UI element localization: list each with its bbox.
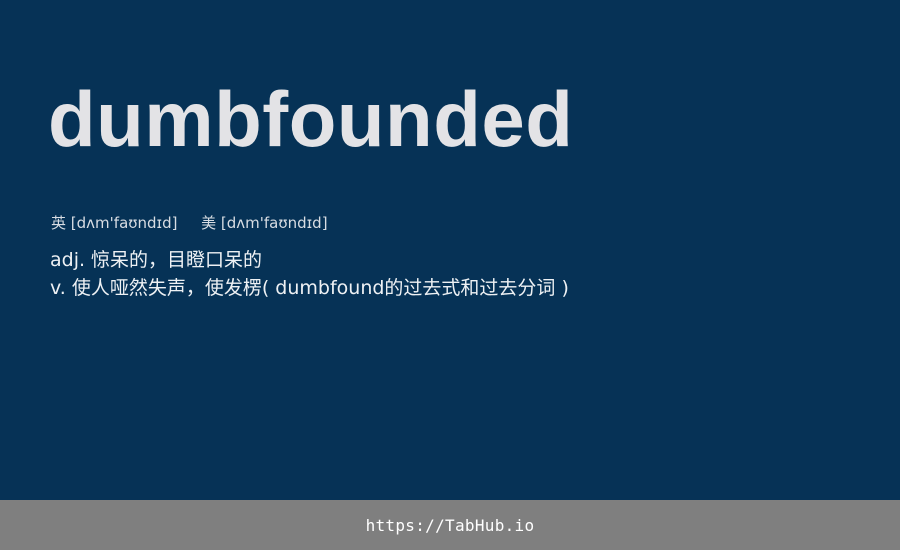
definitions: adj. 惊呆的，目瞪口呆的 v. 使人哑然失声，使发楞( dumbfound的… [50, 246, 569, 302]
definition-adj: adj. 惊呆的，目瞪口呆的 [50, 249, 263, 271]
headword: dumbfounded [48, 75, 574, 163]
uk-phonetic: [dʌm'faʊndɪd] [70, 214, 178, 232]
uk-label: 英 [51, 214, 67, 232]
pronunciation-row: 英 [dʌm'faʊndɪd] 美 [dʌm'faʊndɪd] [51, 212, 328, 234]
tabhub-link[interactable]: https://TabHub.io [366, 516, 535, 535]
definition-verb: v. 使人哑然失声，使发楞( dumbfound的过去式和过去分词 ) [50, 277, 569, 299]
us-label: 美 [201, 214, 217, 232]
word-card: dumbfounded 英 [dʌm'faʊndɪd] 美 [dʌm'faʊnd… [0, 0, 900, 500]
footer-bar: https://TabHub.io [0, 500, 900, 550]
us-phonetic: [dʌm'faʊndɪd] [220, 214, 328, 232]
